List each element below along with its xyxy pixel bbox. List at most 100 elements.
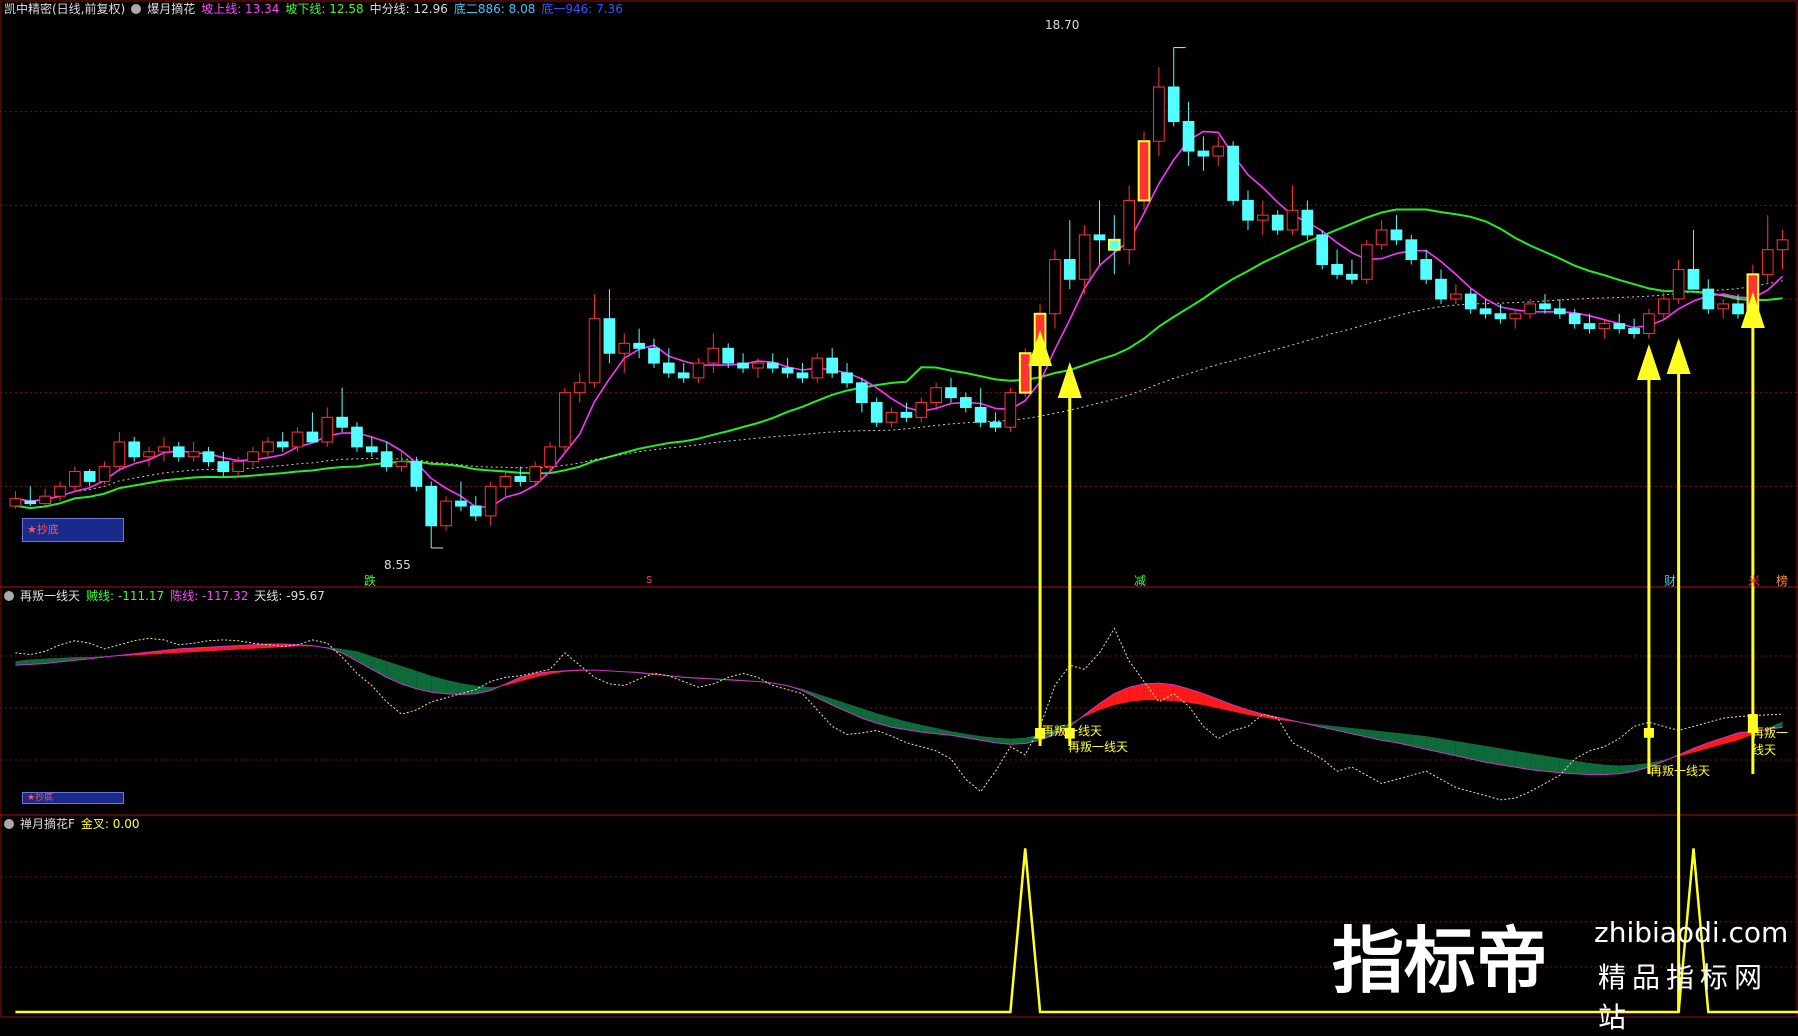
signal-die: 跌 bbox=[364, 574, 377, 588]
symbol-title: 凯中精密(日线,前复权) bbox=[4, 2, 126, 16]
candle-body bbox=[737, 362, 749, 369]
band-down-segment bbox=[1337, 726, 1352, 734]
candle-body bbox=[262, 441, 274, 453]
candle-body bbox=[395, 461, 408, 468]
candle-body bbox=[1153, 86, 1165, 142]
candle-body bbox=[1732, 303, 1744, 315]
frame-border bbox=[0, 0, 1798, 1018]
candle-body bbox=[1509, 313, 1522, 320]
candle-body bbox=[217, 461, 230, 473]
candle-body bbox=[766, 362, 779, 369]
candle-body bbox=[989, 421, 1002, 428]
band-down-segment bbox=[1411, 734, 1427, 750]
candle-body bbox=[1628, 328, 1640, 335]
candle-body bbox=[276, 441, 289, 448]
pane2-header: 再叛一线天 贼线: -111.17 陈线: -117.32 天线: -95.67 bbox=[4, 588, 331, 604]
candle-body bbox=[113, 441, 126, 468]
osc-signal-label: 再叛一线天 bbox=[1068, 740, 1129, 754]
candle-body bbox=[1167, 86, 1180, 123]
candle-body bbox=[1063, 259, 1076, 280]
bottom-badge[interactable]: ★抄底 bbox=[22, 518, 124, 542]
candle-body bbox=[1375, 229, 1388, 246]
osc-badge[interactable]: ★抄底 bbox=[22, 792, 124, 804]
candle-body bbox=[1316, 234, 1329, 265]
candle-body bbox=[930, 387, 942, 404]
band-up-segment bbox=[1203, 693, 1219, 709]
candle-body bbox=[1657, 298, 1670, 315]
legend-chen-line: 陈线: -117.32 bbox=[170, 589, 249, 603]
band-down-segment bbox=[1544, 755, 1560, 773]
candle-body bbox=[811, 357, 824, 379]
candle-body bbox=[351, 426, 363, 448]
candle-body bbox=[1049, 259, 1061, 315]
candle-body bbox=[870, 402, 883, 423]
band-down-segment bbox=[847, 703, 862, 719]
osc-signal-label: 再叛一线天 bbox=[1650, 764, 1711, 778]
chart-canvas bbox=[0, 0, 1798, 1018]
band-up-segment bbox=[1233, 705, 1248, 715]
candle-body bbox=[707, 347, 720, 364]
settings-icon[interactable] bbox=[4, 819, 14, 829]
candle-body bbox=[232, 461, 245, 473]
band-down-segment bbox=[832, 698, 848, 712]
candle-body bbox=[1286, 209, 1299, 231]
candle-body bbox=[633, 342, 645, 349]
candle-body bbox=[1687, 268, 1700, 290]
watermark: 指标帝 zhibiaodi.com 精品指标网站 bbox=[1332, 902, 1788, 1034]
candle-body bbox=[1078, 234, 1091, 280]
band-down-segment bbox=[1530, 753, 1545, 772]
legend-bottom2: 底二886: 8.08 bbox=[453, 2, 536, 16]
osc-signal-label: 再叛一线天 bbox=[1752, 726, 1789, 757]
band-down-segment bbox=[342, 648, 357, 662]
band-up-segment bbox=[1723, 732, 1739, 745]
candle-body bbox=[1583, 323, 1596, 330]
candle-body bbox=[1761, 249, 1774, 275]
band-up-segment bbox=[1114, 687, 1130, 706]
candle-body bbox=[1568, 313, 1581, 325]
candle-body bbox=[484, 485, 497, 517]
candle-body bbox=[1004, 392, 1017, 428]
candle-body bbox=[1331, 263, 1343, 275]
legend-golden-cross: 金叉: 0.00 bbox=[80, 817, 140, 831]
band-up-segment bbox=[1144, 683, 1159, 701]
candle-body bbox=[1137, 140, 1151, 202]
candle-body bbox=[1524, 303, 1536, 315]
band-up-segment bbox=[520, 673, 536, 682]
signal-jian: 减 bbox=[1134, 574, 1147, 588]
candle-body bbox=[410, 461, 423, 487]
candle-body bbox=[1256, 214, 1269, 221]
candle-body bbox=[1613, 323, 1626, 330]
candle-body bbox=[588, 318, 601, 384]
candle-body bbox=[1702, 288, 1715, 310]
candle-body bbox=[544, 446, 556, 468]
candle-body bbox=[1107, 238, 1121, 251]
series-sky-line bbox=[15, 627, 1783, 801]
settings-icon[interactable] bbox=[131, 4, 142, 14]
candle-body bbox=[143, 451, 155, 458]
candle-body bbox=[677, 372, 690, 379]
low-price-label: 8.55 bbox=[384, 558, 411, 572]
candle-body bbox=[1598, 323, 1611, 330]
band-down-segment bbox=[1604, 764, 1620, 775]
candle-body bbox=[1123, 199, 1136, 251]
candle-body bbox=[24, 500, 37, 505]
band-down-segment bbox=[446, 679, 461, 695]
arrow-head bbox=[1666, 338, 1691, 374]
candle-body bbox=[603, 318, 616, 354]
candle-body bbox=[1018, 352, 1032, 394]
candle-body bbox=[1672, 268, 1685, 300]
signal-bang: 榜 bbox=[1776, 574, 1789, 588]
high-price-label: 18.70 bbox=[1045, 18, 1080, 32]
candle-body bbox=[1390, 229, 1403, 241]
legend-lower: 坡下线: 12.58 bbox=[285, 2, 364, 16]
candle-body bbox=[380, 451, 393, 468]
candle-body bbox=[1450, 293, 1462, 300]
candle-body bbox=[1301, 209, 1314, 236]
candle-body bbox=[529, 466, 542, 482]
candle-body bbox=[1360, 244, 1373, 280]
band-down-segment bbox=[1485, 745, 1501, 765]
band-up-segment bbox=[1218, 699, 1234, 712]
settings-icon[interactable] bbox=[4, 591, 14, 601]
arrow-head bbox=[1028, 330, 1053, 366]
band-down-segment bbox=[1515, 750, 1531, 770]
